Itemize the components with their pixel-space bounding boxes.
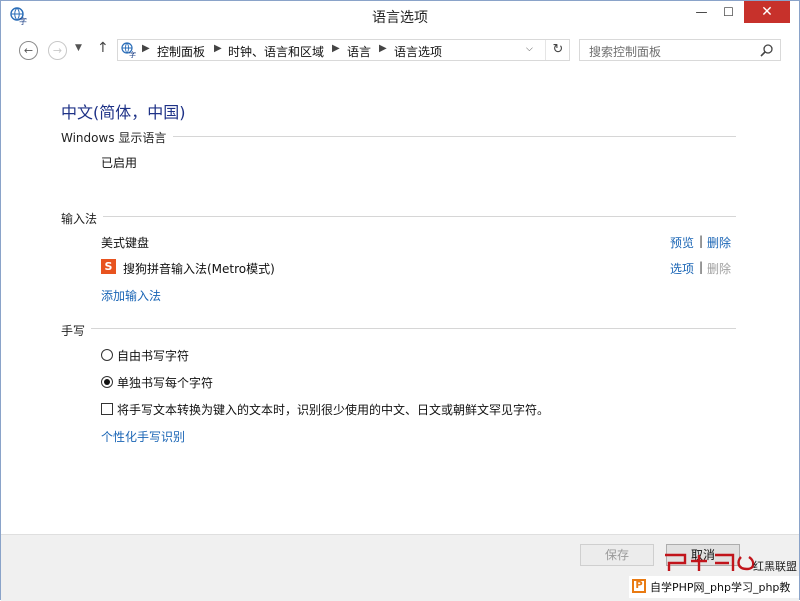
input-method-name: 搜狗拼音输入法(Metro模式): [123, 262, 275, 276]
breadcrumb-separator: ▶: [142, 43, 150, 54]
recent-locations-dropdown[interactable]: ▼: [75, 43, 82, 53]
control-panel-icon: 字: [121, 42, 136, 58]
remove-link[interactable]: 删除: [707, 234, 731, 251]
radio-selected-dot: [104, 379, 110, 385]
watermark-bar: P 自学PHP网_php学习_php教: [629, 576, 799, 598]
rare-characters-checkbox-label[interactable]: 将手写文本转换为键入的文本时，识别很少使用的中文、日文或朝鲜文罕见字符。: [117, 401, 549, 418]
single-character-radio[interactable]: [101, 376, 113, 388]
freeform-radio-label[interactable]: 自由书写字符: [117, 347, 189, 364]
input-methods-heading: 输入法: [61, 212, 98, 226]
options-link[interactable]: 选项: [670, 260, 694, 277]
watermark-text: 自学PHP网_php学习_php教: [650, 581, 791, 594]
section-divider: [103, 216, 736, 217]
preview-link[interactable]: 预览: [670, 234, 694, 251]
language-options-window: 字 语言选项 — ☐ ✕ ← → ▼ ↑ 字 ▶ 控制面板 ▶ 时钟、语言和区域…: [0, 0, 800, 601]
windows-language-status: 已启用: [101, 156, 138, 170]
forward-button[interactable]: →: [48, 41, 67, 60]
watermark-logo: [665, 553, 755, 571]
close-button[interactable]: ✕: [744, 1, 790, 23]
watermark-side-text: 红黑联盟: [753, 560, 797, 573]
minimize-button[interactable]: —: [688, 1, 715, 23]
link-separator: |: [699, 234, 704, 248]
section-divider: [91, 328, 736, 329]
address-bar[interactable]: 字 ▶ 控制面板 ▶ 时钟、语言和区域 ▶ 语言 ▶ 语言选项 ⌵ ↻: [117, 39, 570, 61]
handwriting-heading: 手写: [61, 324, 86, 338]
search-placeholder: 搜索控制面板: [589, 45, 662, 59]
watermark-p-icon: P: [632, 579, 646, 593]
search-box[interactable]: 搜索控制面板: [579, 39, 781, 61]
freeform-radio[interactable]: [101, 349, 113, 361]
rare-characters-checkbox[interactable]: [101, 403, 113, 415]
link-separator: |: [699, 260, 704, 274]
save-button[interactable]: 保存: [580, 544, 654, 566]
window-title: 语言选项: [372, 10, 428, 26]
single-character-radio-label[interactable]: 单独书写每个字符: [117, 374, 213, 391]
breadcrumb-clock-language-region[interactable]: 时钟、语言和区域: [228, 43, 324, 60]
add-input-method-link[interactable]: 添加输入法: [101, 287, 161, 304]
navigation-bar: ← → ▼ ↑ 字 ▶ 控制面板 ▶ 时钟、语言和区域 ▶ 语言 ▶ 语言选项 …: [1, 35, 799, 65]
remove-link-disabled: 删除: [707, 262, 732, 276]
windows-language-heading: Windows 显示语言: [61, 131, 167, 145]
up-button[interactable]: ↑: [97, 40, 109, 56]
personalize-handwriting-link[interactable]: 个性化手写识别: [101, 428, 185, 445]
breadcrumb-separator: ▶: [214, 43, 222, 54]
page-title: 中文(简体，中国): [61, 103, 186, 122]
breadcrumb-separator: ▶: [379, 43, 387, 54]
sogou-icon: S: [101, 259, 116, 274]
breadcrumb-separator: ▶: [332, 43, 340, 54]
section-divider: [173, 136, 736, 137]
address-dropdown-icon[interactable]: ⌵: [526, 44, 533, 54]
breadcrumb-language[interactable]: 语言: [347, 43, 371, 60]
svg-text:字: 字: [129, 50, 136, 58]
maximize-button[interactable]: ☐: [715, 1, 742, 23]
search-icon[interactable]: [760, 43, 774, 57]
back-button[interactable]: ←: [19, 41, 38, 60]
refresh-icon[interactable]: ↻: [545, 40, 570, 60]
breadcrumb-language-options[interactable]: 语言选项: [394, 43, 442, 60]
breadcrumb-control-panel[interactable]: 控制面板: [157, 43, 205, 60]
input-method-name: 美式键盘: [101, 236, 150, 250]
title-bar: 字 语言选项 — ☐ ✕: [1, 1, 799, 31]
